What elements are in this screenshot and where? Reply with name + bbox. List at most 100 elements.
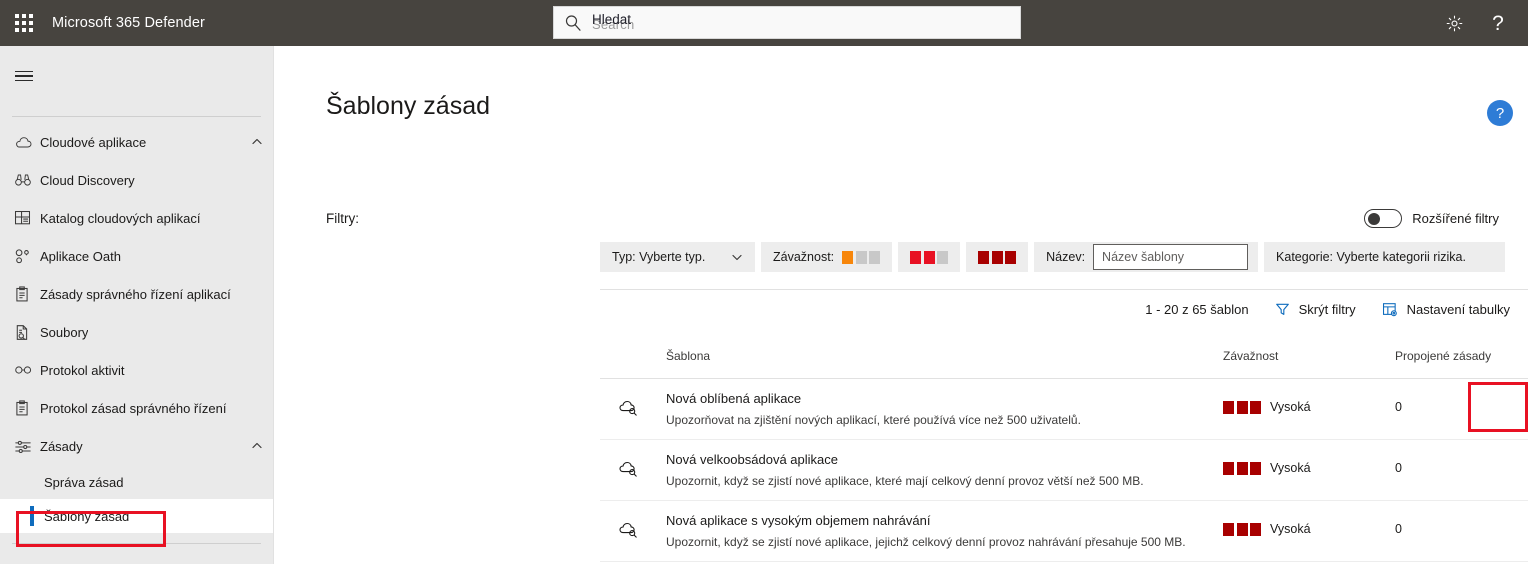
filter-type-dropdown[interactable]: Typ: Vyberte typ. bbox=[600, 242, 755, 272]
sidebar-item-policy-management[interactable]: Správa zásad bbox=[0, 465, 273, 499]
sidebar-item-activity-log[interactable]: Protokol aktivit bbox=[0, 351, 273, 389]
page-help-button[interactable]: ? bbox=[1487, 100, 1513, 126]
chevron-down-icon bbox=[731, 251, 743, 263]
template-description: Upozornit, když se zjistí nové aplikace,… bbox=[666, 474, 1144, 488]
clipboard-icon bbox=[14, 399, 40, 417]
severity-label: Vysoká bbox=[1270, 400, 1311, 414]
filter-funnel-icon bbox=[1275, 302, 1290, 317]
sidebar-item-label: Katalog cloudových aplikací bbox=[40, 210, 201, 226]
template-title[interactable]: Nová velkoobsádová aplikace bbox=[666, 452, 838, 467]
page-title: Šablony zásad bbox=[326, 92, 491, 120]
filter-type-label: Typ: Vyberte typ. bbox=[612, 250, 706, 264]
nav-divider bbox=[12, 116, 261, 117]
search-icon bbox=[564, 14, 582, 32]
sidebar-item-governance-log[interactable]: Protokol zásad správného řízení bbox=[0, 389, 273, 427]
sidebar-item-policy-templates[interactable]: Šablony zásad bbox=[0, 499, 273, 533]
table-row[interactable]: Nová aplikace s vysokým objemem nahráván… bbox=[600, 501, 1528, 562]
global-search-box[interactable]: Search Hledat bbox=[553, 6, 1021, 39]
clipboard-icon bbox=[14, 285, 40, 303]
cloud-discovery-icon bbox=[618, 460, 644, 482]
sidebar-item-label: Zásady správného řízení aplikací bbox=[40, 286, 231, 302]
linked-policies-count: 0 bbox=[1395, 461, 1402, 475]
left-navigation: Cloudové aplikace Cloud Discovery Katalo… bbox=[0, 46, 274, 564]
template-name-input[interactable] bbox=[1093, 244, 1249, 270]
hide-filters-button[interactable]: Skrýt filtry bbox=[1275, 302, 1356, 317]
cloud-icon bbox=[14, 135, 40, 150]
column-header-template: Šablona bbox=[666, 349, 711, 363]
template-title[interactable]: Nová oblíbená aplikace bbox=[666, 391, 801, 406]
catalog-grid-icon bbox=[14, 210, 40, 227]
severity-bars-low bbox=[842, 250, 881, 264]
sidebar-item-cloud-app-catalog[interactable]: Katalog cloudových aplikací bbox=[0, 199, 273, 237]
toggle-knob bbox=[1367, 212, 1380, 225]
table-settings-label: Nastavení tabulky bbox=[1406, 302, 1510, 317]
sidebar-item-cloud-apps[interactable]: Cloudové aplikace bbox=[0, 123, 273, 161]
app-launcher-button[interactable] bbox=[0, 0, 48, 46]
results-count: 1 - 20 z 65 šablon bbox=[1145, 302, 1249, 317]
severity-bars-medium bbox=[910, 250, 949, 264]
row-severity: Vysoká bbox=[1223, 400, 1311, 414]
severity-bars bbox=[1223, 522, 1261, 536]
template-description: Upozorňovat na zjištění nových aplikací,… bbox=[666, 413, 1081, 427]
sidebar-item-app-governance[interactable]: Zásady správného řízení aplikací bbox=[0, 275, 273, 313]
table-settings-icon bbox=[1382, 302, 1398, 317]
nav-collapse-button[interactable] bbox=[0, 54, 48, 98]
sidebar-item-label: Cloud Discovery bbox=[40, 172, 135, 188]
filter-bar: Typ: Vyberte typ. Závažnost: Název: Kate… bbox=[600, 242, 1506, 272]
sidebar-item-label: Protokol aktivit bbox=[40, 362, 125, 378]
toggle-switch[interactable] bbox=[1364, 209, 1403, 228]
severity-filter-label: Závažnost: bbox=[773, 250, 835, 264]
severity-filter-group: Závažnost: bbox=[761, 242, 1029, 272]
help-button[interactable]: ? bbox=[1476, 0, 1520, 46]
sidebar-item-label: Protokol zásad správného řízení bbox=[40, 400, 227, 416]
header-actions: ? bbox=[1432, 0, 1520, 46]
table-toolbar: 1 - 20 z 65 šablon Skrýt filtry Nastaven… bbox=[1145, 302, 1510, 317]
oauth-apps-icon bbox=[14, 248, 40, 265]
policy-sliders-icon bbox=[14, 439, 40, 454]
top-header-bar: Microsoft 365 Defender Search Hledat ? bbox=[0, 0, 1528, 46]
filter-name-group: Název: bbox=[1034, 242, 1259, 272]
row-severity: Vysoká bbox=[1223, 522, 1311, 536]
gear-icon bbox=[1445, 14, 1464, 33]
advanced-filters-toggle[interactable]: Rozšířené filtry bbox=[1364, 209, 1499, 228]
sidebar-item-files[interactable]: Soubory bbox=[0, 313, 273, 351]
sidebar-item-label: Cloudové aplikace bbox=[40, 134, 147, 150]
brand-title: Microsoft 365 Defender bbox=[52, 15, 205, 31]
cloud-discovery-icon bbox=[618, 521, 644, 543]
sidebar-item-oauth-apps[interactable]: Aplikace Oath bbox=[0, 237, 273, 275]
chevron-up-icon[interactable] bbox=[251, 440, 263, 452]
severity-filter-high[interactable] bbox=[966, 242, 1029, 272]
template-title[interactable]: Nová aplikace s vysokým objemem nahráván… bbox=[666, 513, 930, 528]
hamburger-menu-icon bbox=[15, 68, 33, 85]
file-search-icon bbox=[14, 324, 40, 341]
search-input-value[interactable]: Hledat bbox=[592, 12, 631, 27]
table-settings-button[interactable]: Nastavení tabulky bbox=[1382, 302, 1510, 317]
filters-label: Filtry: bbox=[326, 211, 359, 226]
table-row[interactable]: Nová oblíbená aplikace Upozorňovat na zj… bbox=[600, 379, 1528, 440]
cloud-discovery-icon bbox=[618, 399, 644, 421]
sidebar-subitem-label: Šablony zásad bbox=[44, 508, 130, 524]
column-header-severity: Závažnost bbox=[1223, 349, 1279, 363]
filter-name-label: Název: bbox=[1046, 250, 1086, 264]
table-row[interactable]: Nová velkoobsádová aplikace Upozornit, k… bbox=[600, 440, 1528, 501]
filter-category-dropdown[interactable]: Kategorie: Vyberte kategorii rizika. bbox=[1264, 242, 1506, 272]
table-top-divider bbox=[600, 289, 1528, 290]
chevron-up-icon[interactable] bbox=[251, 136, 263, 148]
severity-label: Vysoká bbox=[1270, 461, 1311, 475]
sidebar-item-cloud-discovery[interactable]: Cloud Discovery bbox=[0, 161, 273, 199]
hide-filters-label: Skrýt filtry bbox=[1298, 302, 1356, 317]
app-launcher-icon bbox=[15, 14, 33, 32]
row-severity: Vysoká bbox=[1223, 461, 1311, 475]
activity-log-icon bbox=[14, 364, 40, 376]
sidebar-item-label: Zásady bbox=[40, 438, 83, 454]
linked-policies-count: 0 bbox=[1395, 400, 1402, 414]
sidebar-subitem-label: Správa zásad bbox=[44, 474, 124, 490]
binoculars-icon bbox=[14, 172, 40, 188]
settings-button[interactable] bbox=[1432, 0, 1476, 46]
sidebar-item-policies[interactable]: Zásady bbox=[0, 427, 273, 465]
main-content: Šablony zásad ? Filtry: Rozšířené filtry… bbox=[275, 46, 1528, 564]
severity-filter-medium[interactable] bbox=[898, 242, 961, 272]
severity-filter-low[interactable]: Závažnost: bbox=[761, 242, 893, 272]
sidebar-item-label: Soubory bbox=[40, 324, 89, 340]
severity-bars bbox=[1223, 400, 1261, 414]
